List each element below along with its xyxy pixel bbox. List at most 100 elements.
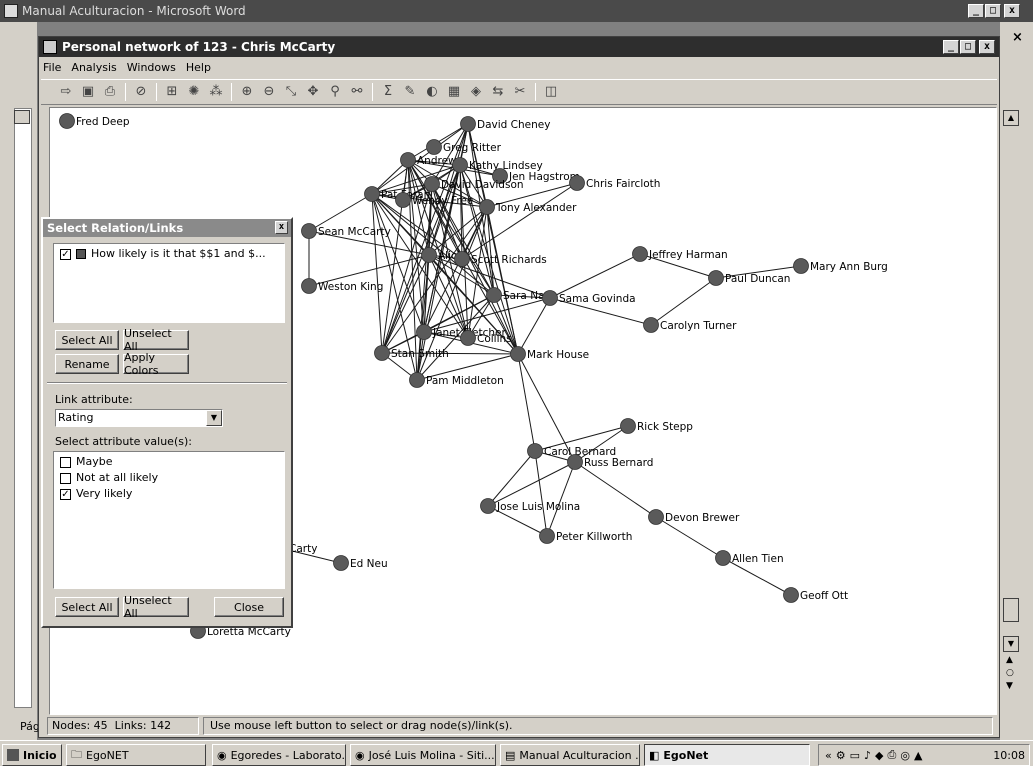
network-link[interactable] [546, 461, 576, 537]
volume-icon[interactable]: ♪ [864, 749, 871, 762]
monitor-icon[interactable]: ▭ [850, 749, 860, 762]
network-node[interactable]: Collins [460, 330, 512, 346]
node-circle[interactable] [715, 550, 731, 566]
network-node[interactable]: Russ Bernard [567, 454, 654, 470]
node-circle[interactable] [783, 587, 799, 603]
antivirus-icon[interactable]: ◆ [875, 749, 883, 762]
network-node[interactable]: Weston King [301, 278, 384, 294]
network-link[interactable] [549, 253, 641, 299]
attribute-value-list[interactable]: Maybe Not at all likely ✓ Very likely [53, 451, 285, 589]
network-node[interactable]: Greg Ritter [426, 139, 502, 155]
network-node[interactable]: Rick Stepp [620, 418, 694, 434]
dialog-close-button[interactable]: x [275, 221, 288, 234]
stop-icon[interactable]: ⊘ [130, 82, 152, 102]
value-checkbox[interactable]: ✓ [60, 488, 71, 500]
taskbar-item-egoredes[interactable]: ◉ Egoredes - Laborato... [212, 744, 346, 766]
node-circle[interactable] [301, 278, 317, 294]
value-checkbox[interactable] [60, 456, 71, 468]
network-node[interactable]: Andrew [400, 152, 458, 168]
menu-windows[interactable]: Windows [127, 61, 176, 74]
network-node[interactable]: Paul Duncan [708, 270, 791, 286]
network-node[interactable]: Stan Smith [374, 345, 449, 361]
value-checkbox[interactable] [60, 472, 71, 484]
network-node[interactable]: Tony Alexander [479, 199, 578, 215]
save-icon[interactable]: ▣ [77, 82, 99, 102]
word-close-button[interactable]: x [1004, 4, 1020, 18]
network-node[interactable]: Jose Luis Molina [480, 498, 581, 514]
network-node[interactable]: David Cheney [460, 116, 551, 132]
window-icon[interactable]: ◫ [540, 82, 562, 102]
network-node[interactable]: Geoff Ott [783, 587, 849, 603]
cluster-icon[interactable]: ⁂ [205, 82, 227, 102]
taskbar-item-manual[interactable]: ▤ Manual Aculturacion ... [500, 744, 640, 766]
close-button[interactable]: Close [214, 597, 284, 617]
network-node[interactable]: Mary Ann Burg [793, 258, 888, 274]
node-circle[interactable] [567, 454, 583, 470]
print-icon[interactable]: ⎙ [99, 82, 121, 102]
network-link[interactable] [487, 450, 536, 507]
menu-file[interactable]: File [43, 61, 61, 74]
menu-help[interactable]: Help [186, 61, 211, 74]
select-all-button[interactable]: Select All [55, 330, 119, 350]
word-right-scrollbar[interactable] [1000, 22, 1033, 740]
network-node[interactable]: Devon Brewer [648, 509, 740, 525]
node-circle[interactable] [454, 251, 470, 267]
menu-analysis[interactable]: Analysis [71, 61, 116, 74]
network-node[interactable]: Jeffrey Harman [632, 246, 728, 262]
node-circle[interactable] [460, 330, 476, 346]
egonet-maximize-button[interactable]: □ [960, 40, 976, 54]
find-icon[interactable]: ⚲ [324, 82, 346, 102]
node-circle[interactable] [643, 317, 659, 333]
word-minimize-button[interactable]: _ [968, 4, 984, 18]
node-circle[interactable] [460, 116, 476, 132]
arrange-icon[interactable]: ⇆ [487, 82, 509, 102]
node-circle[interactable] [400, 152, 416, 168]
network-link[interactable] [534, 450, 548, 537]
network-link[interactable] [487, 461, 576, 507]
node-circle[interactable] [569, 175, 585, 191]
word-close-doc-button[interactable]: × [1012, 30, 1023, 45]
network-node[interactable]: Wendy Free [395, 192, 474, 208]
circle-layout-icon[interactable]: ✺ [183, 82, 205, 102]
node-circle[interactable] [395, 192, 411, 208]
network-link[interactable] [371, 193, 495, 296]
word-ruler-button[interactable] [14, 110, 30, 124]
link-attribute-select[interactable]: Rating ▼ [55, 409, 223, 427]
edit-link-icon[interactable]: ⤡ [280, 82, 302, 102]
node-circle[interactable] [510, 346, 526, 362]
relation-checkbox[interactable]: ✓ [60, 248, 71, 260]
node-circle[interactable] [59, 113, 75, 129]
node-circle[interactable] [793, 258, 809, 274]
scroll-down-arrow-icon[interactable]: ▼ [1003, 636, 1019, 652]
network-node[interactable]: Chris Faircloth [569, 175, 661, 191]
network-icon[interactable]: ⚙ [836, 749, 846, 762]
tray-expand-icon[interactable]: « [825, 749, 832, 762]
zoom-out-icon[interactable]: ⊖ [258, 82, 280, 102]
node-circle[interactable] [527, 443, 543, 459]
shape-icon[interactable]: ◈ [465, 82, 487, 102]
node-circle[interactable] [648, 509, 664, 525]
relation-item[interactable]: ✓ How likely is it that $$1 and $... [54, 246, 284, 262]
scissors-icon[interactable]: ✂ [509, 82, 531, 102]
network-link[interactable] [517, 297, 551, 355]
sum-icon[interactable]: Σ [377, 82, 399, 102]
node-circle[interactable] [479, 199, 495, 215]
color-icon[interactable]: ◐ [421, 82, 443, 102]
move-icon[interactable]: ✥ [302, 82, 324, 102]
network-node[interactable]: Mark House [510, 346, 590, 362]
node-circle[interactable] [708, 270, 724, 286]
taskbar-item-egonet[interactable]: ◧ EgoNet [644, 744, 810, 766]
taskbar-item-jose-luis[interactable]: ◉ José Luis Molina - Siti... [350, 744, 496, 766]
node-circle[interactable] [480, 498, 496, 514]
draw-icon[interactable]: ✎ [399, 82, 421, 102]
unselect-all-button[interactable]: Unselect All [123, 327, 189, 353]
egonet-minimize-button[interactable]: _ [943, 40, 959, 54]
chevron-down-icon[interactable]: ▼ [206, 410, 222, 426]
network-node[interactable]: Peter Killworth [539, 528, 633, 544]
printer-icon[interactable]: ⎙ [888, 748, 897, 762]
node-circle[interactable] [542, 290, 558, 306]
scroll-thumb[interactable] [1003, 598, 1019, 622]
find-all-icon[interactable]: ⚯ [346, 82, 368, 102]
node-circle[interactable] [374, 345, 390, 361]
node-circle[interactable] [486, 287, 502, 303]
